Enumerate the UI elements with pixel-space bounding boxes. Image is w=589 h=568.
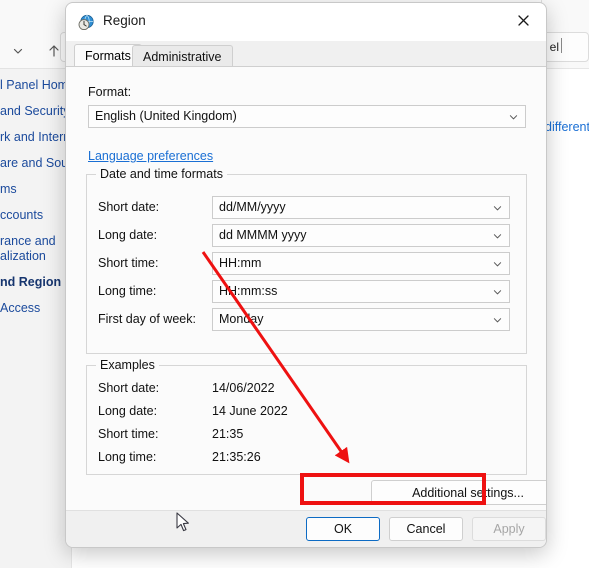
long-time-label: Long time:	[98, 284, 157, 298]
example-long-time-value: 21:35:26	[212, 450, 261, 464]
close-icon[interactable]	[500, 3, 546, 37]
short-time-label: Short time:	[98, 256, 159, 270]
formats-tab-page: Format: English (United Kingdom) Languag…	[66, 67, 546, 513]
first-day-of-week-label: First day of week:	[98, 312, 196, 326]
language-preferences-link[interactable]: Language preferences	[88, 149, 213, 163]
sidebar-item-hardware-and-sound[interactable]: are and Sour	[0, 156, 72, 171]
long-time-value: HH:mm:ss	[219, 284, 278, 298]
apply-button: Apply	[472, 517, 546, 541]
sidebar-item-system-and-security[interactable]: and Security	[0, 104, 72, 119]
chevron-down-icon[interactable]	[12, 45, 28, 57]
chevron-down-icon	[493, 204, 502, 213]
short-date-combobox[interactable]: dd/MM/yyyy	[212, 196, 510, 219]
short-date-value: dd/MM/yyyy	[219, 200, 286, 214]
short-date-label: Short date:	[98, 200, 160, 214]
example-short-date-value: 14/06/2022	[212, 381, 275, 395]
sidebar-item-clock-and-region[interactable]: nd Region	[0, 275, 72, 290]
long-date-combobox[interactable]: dd MMMM yyyy	[212, 224, 510, 247]
short-time-value: HH:mm	[219, 256, 262, 270]
long-time-combobox[interactable]: HH:mm:ss	[212, 280, 510, 303]
search-input-text[interactable]: el	[550, 40, 559, 54]
additional-settings-button[interactable]: Additional settings...	[371, 480, 546, 505]
sidebar-item-network-and-internet[interactable]: rk and Intern	[0, 130, 72, 145]
sidebar-item-appearance-and-personalization-line2[interactable]: alization	[0, 249, 72, 264]
sidebar-item-programs[interactable]: ms	[0, 182, 72, 197]
examples-legend: Examples	[96, 358, 159, 372]
format-combobox-value: English (United Kingdom)	[95, 109, 237, 123]
example-long-date-label: Long date:	[98, 404, 158, 418]
sidebar-item-user-accounts[interactable]: ccounts	[0, 208, 72, 223]
chevron-down-icon	[493, 260, 502, 269]
chevron-down-icon	[493, 316, 502, 325]
sidebar-item-appearance-and-personalization-line1[interactable]: rance and	[0, 234, 72, 249]
example-long-time-label: Long time:	[98, 450, 157, 464]
control-panel-sidebar: l Panel Hom and Security rk and Intern a…	[0, 78, 72, 316]
search-caret	[561, 38, 562, 53]
example-long-date-value: 14 June 2022	[212, 404, 288, 418]
long-date-value: dd MMMM yyyy	[219, 228, 307, 242]
tab-administrative[interactable]: Administrative	[132, 45, 233, 67]
dialog-title: Region	[103, 13, 146, 28]
short-time-combobox[interactable]: HH:mm	[212, 252, 510, 275]
background-content-link[interactable]: different	[545, 120, 589, 134]
region-dialog: Region Formats Administrative Format: En…	[65, 2, 547, 548]
date-time-formats-legend: Date and time formats	[96, 167, 227, 181]
chevron-down-icon	[509, 113, 518, 122]
content-divider	[540, 68, 589, 69]
dialog-tabstrip: Formats Administrative	[66, 41, 546, 67]
chevron-down-icon	[493, 288, 502, 297]
format-label: Format:	[88, 85, 132, 99]
format-combobox[interactable]: English (United Kingdom)	[88, 105, 526, 128]
example-short-time-label: Short time:	[98, 427, 159, 441]
long-date-label: Long date:	[98, 228, 158, 242]
first-day-of-week-value: Monday	[219, 312, 264, 326]
cancel-button[interactable]: Cancel	[389, 517, 463, 541]
example-short-date-label: Short date:	[98, 381, 160, 395]
chevron-down-icon	[493, 232, 502, 241]
sidebar-item-ease-of-access[interactable]: Access	[0, 301, 72, 316]
ok-button[interactable]: OK	[306, 517, 380, 541]
example-short-time-value: 21:35	[212, 427, 244, 441]
dialog-footer: OK Cancel Apply	[66, 510, 546, 547]
navigation-buttons	[0, 36, 70, 66]
region-globe-clock-icon	[78, 14, 95, 31]
first-day-of-week-combobox[interactable]: Monday	[212, 308, 510, 331]
sidebar-item-control-panel-home[interactable]: l Panel Hom	[0, 78, 72, 93]
dialog-titlebar: Region	[66, 3, 546, 41]
arrow-up-icon[interactable]	[46, 43, 62, 59]
